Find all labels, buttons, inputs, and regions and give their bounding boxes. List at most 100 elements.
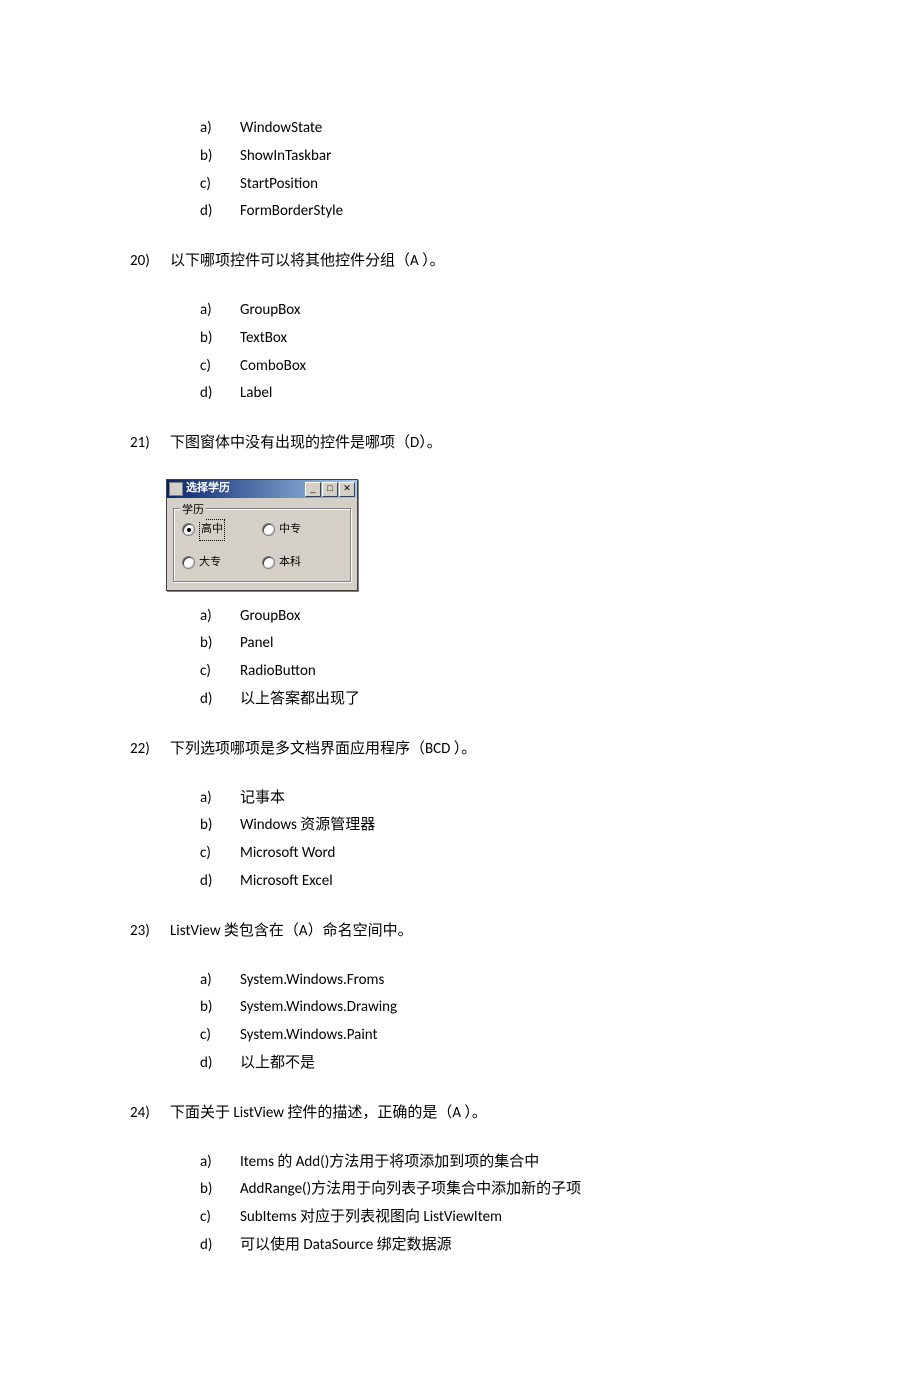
option-item: a) GroupBox (200, 297, 790, 325)
option-text: Panel (240, 630, 273, 658)
option-letter: b) (200, 1176, 222, 1204)
question-number: 20) (130, 248, 158, 275)
radio-icon (182, 523, 195, 536)
option-item: d) 以上答案都出现了 (200, 686, 790, 714)
option-text: System.Windows.Froms (240, 967, 384, 995)
question-text: 下图窗体中没有出现的控件是哪项（D）。 (170, 430, 442, 457)
document-page: a) WindowState b) ShowInTaskbar c) Start… (0, 0, 920, 1382)
q21-figure: 选择学历 _ □ ✕ 学历 高中 (166, 479, 790, 591)
option-text: Microsoft Word (240, 840, 335, 868)
radio-highschool[interactable]: 高中 (182, 519, 262, 541)
option-item: d) Label (200, 380, 790, 408)
groupbox-title: 学历 (180, 501, 206, 521)
option-item: b) ShowInTaskbar (200, 143, 790, 171)
option-letter: c) (200, 658, 222, 686)
question-text: ListView 类包含在（A）命名空间中。 (170, 918, 413, 945)
option-letter: c) (200, 1022, 222, 1050)
option-letter: a) (200, 1149, 222, 1177)
option-letter: b) (200, 812, 222, 840)
q24-options: a) Items 的 Add()方法用于将项添加到项的集合中 b) AddRan… (200, 1149, 790, 1260)
maximize-button[interactable]: □ (322, 482, 338, 497)
q23-options: a) System.Windows.Froms b) System.Window… (200, 967, 790, 1078)
option-item: d) Microsoft Excel (200, 868, 790, 896)
option-text: ComboBox (240, 353, 306, 381)
option-text: ShowInTaskbar (240, 143, 331, 171)
question-number: 23) (130, 918, 158, 945)
option-letter: b) (200, 143, 222, 171)
radio-label: 高中 (199, 519, 225, 541)
option-item: c) SubItems 对应于列表视图向 ListViewItem (200, 1204, 790, 1232)
groupbox-education: 学历 高中 中专 大专 (173, 508, 351, 582)
q21-options: a) GroupBox b) Panel c) RadioButton d) 以… (200, 603, 790, 714)
option-letter: b) (200, 630, 222, 658)
q20-stem: 20) 以下哪项控件可以将其他控件分组（A ）。 (130, 248, 790, 275)
question-number: 21) (130, 430, 158, 457)
q24-stem: 24) 下面关于 ListView 控件的描述，正确的是（A ）。 (130, 1100, 790, 1127)
option-text: 可以使用 DataSource 绑定数据源 (240, 1232, 452, 1260)
option-letter: c) (200, 171, 222, 199)
option-text: TextBox (240, 325, 287, 353)
option-letter: d) (200, 1232, 222, 1260)
radio-benke[interactable]: 本科 (262, 553, 342, 573)
option-letter: c) (200, 840, 222, 868)
option-letter: d) (200, 1050, 222, 1078)
option-letter: a) (200, 603, 222, 631)
option-text: 以上都不是 (240, 1050, 315, 1078)
radio-label: 中专 (279, 520, 301, 540)
form-icon (169, 482, 183, 496)
q21-stem: 21) 下图窗体中没有出现的控件是哪项（D）。 (130, 430, 790, 457)
option-letter: a) (200, 115, 222, 143)
option-item: c) RadioButton (200, 658, 790, 686)
option-item: a) Items 的 Add()方法用于将项添加到项的集合中 (200, 1149, 790, 1177)
option-letter: a) (200, 967, 222, 995)
option-letter: c) (200, 353, 222, 381)
option-letter: b) (200, 994, 222, 1022)
option-text: System.Windows.Drawing (240, 994, 397, 1022)
option-text: GroupBox (240, 297, 300, 325)
q22-stem: 22) 下列选项哪项是多文档界面应用程序（BCD ）。 (130, 736, 790, 763)
option-text: Label (240, 380, 272, 408)
option-item: b) Panel (200, 630, 790, 658)
option-item: a) GroupBox (200, 603, 790, 631)
option-letter: a) (200, 785, 222, 813)
option-item: c) ComboBox (200, 353, 790, 381)
option-item: d) 以上都不是 (200, 1050, 790, 1078)
radio-dazhuan[interactable]: 大专 (182, 553, 262, 573)
option-item: a) System.Windows.Froms (200, 967, 790, 995)
q23-stem: 23) ListView 类包含在（A）命名空间中。 (130, 918, 790, 945)
option-letter: d) (200, 198, 222, 226)
option-text: System.Windows.Paint (240, 1022, 378, 1050)
option-text: RadioButton (240, 658, 316, 686)
option-text: Items 的 Add()方法用于将项添加到项的集合中 (240, 1149, 539, 1177)
option-item: b) AddRange()方法用于向列表子项集合中添加新的子项 (200, 1176, 790, 1204)
option-letter: b) (200, 325, 222, 353)
option-text: 以上答案都出现了 (240, 686, 360, 714)
dialog-window: 选择学历 _ □ ✕ 学历 高中 (166, 479, 358, 591)
option-text: AddRange()方法用于向列表子项集合中添加新的子项 (240, 1176, 581, 1204)
option-letter: d) (200, 380, 222, 408)
option-item: c) Microsoft Word (200, 840, 790, 868)
option-item: a) 记事本 (200, 785, 790, 813)
option-text: Microsoft Excel (240, 868, 333, 896)
question-text: 下面关于 ListView 控件的描述，正确的是（A ）。 (170, 1100, 487, 1127)
close-button[interactable]: ✕ (339, 482, 355, 497)
option-item: d) 可以使用 DataSource 绑定数据源 (200, 1232, 790, 1260)
option-letter: d) (200, 686, 222, 714)
option-letter: a) (200, 297, 222, 325)
radio-icon (182, 556, 195, 569)
option-item: a) WindowState (200, 115, 790, 143)
radio-icon (262, 556, 275, 569)
radio-label: 大专 (199, 553, 221, 573)
minimize-button[interactable]: _ (305, 482, 321, 497)
option-text: 记事本 (240, 785, 285, 813)
dialog-title: 选择学历 (186, 479, 230, 499)
dialog-titlebar: 选择学历 _ □ ✕ (167, 480, 357, 498)
option-text: GroupBox (240, 603, 300, 631)
window-buttons: _ □ ✕ (305, 482, 355, 497)
option-text: WindowState (240, 115, 322, 143)
question-number: 22) (130, 736, 158, 763)
radio-zhongzhuan[interactable]: 中专 (262, 519, 342, 541)
option-letter: c) (200, 1204, 222, 1232)
option-item: c) System.Windows.Paint (200, 1022, 790, 1050)
option-item: b) TextBox (200, 325, 790, 353)
